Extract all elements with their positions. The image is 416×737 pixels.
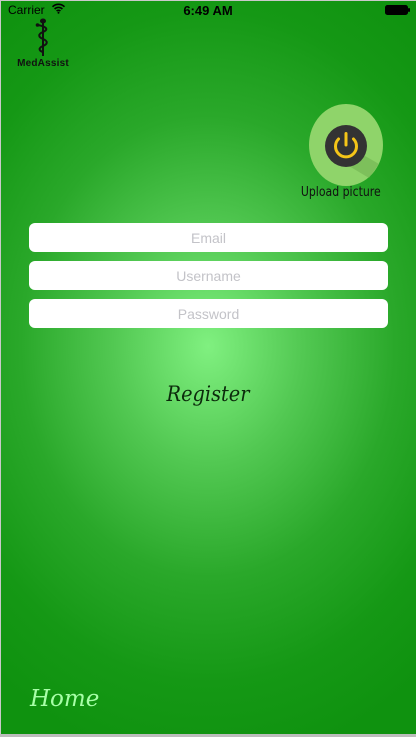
home-button[interactable]: Home bbox=[30, 683, 100, 715]
power-icon bbox=[309, 104, 383, 186]
upload-picture-button[interactable] bbox=[308, 104, 384, 186]
left-edge-line bbox=[0, 0, 1, 737]
upload-picture-label[interactable]: Upload picture bbox=[301, 185, 381, 200]
username-field[interactable] bbox=[29, 261, 388, 290]
clock-time: 6:49 AM bbox=[183, 3, 233, 18]
register-button[interactable]: Register bbox=[155, 378, 262, 410]
battery-icon bbox=[385, 5, 410, 15]
password-field[interactable] bbox=[29, 299, 388, 328]
app-logo: MedAssist bbox=[12, 18, 74, 74]
caduceus-icon bbox=[35, 18, 48, 56]
status-bar: Carrier 6:49 AM bbox=[0, 0, 416, 20]
app-name: MedAssist bbox=[17, 58, 69, 69]
email-field[interactable] bbox=[29, 223, 388, 252]
